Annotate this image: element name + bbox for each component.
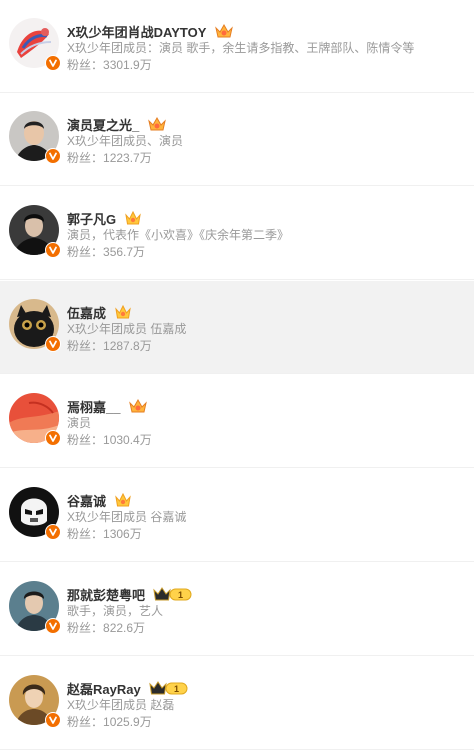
user-name[interactable]: 赵磊RayRay <box>67 679 141 698</box>
fans-value: 356.7万 <box>103 245 146 259</box>
fans-label: 粉丝： <box>67 58 104 72</box>
list-item[interactable]: 焉栩嘉__ 演员 粉丝：1030.4万 <box>0 375 474 468</box>
fans-value: 1223.7万 <box>103 151 152 165</box>
user-description: 歌手，演员，艺人 <box>67 604 164 618</box>
fans-count: 粉丝：822.6万 <box>67 620 145 636</box>
level-number: 1 <box>174 684 179 694</box>
list-item[interactable]: 那就彭楚粤吧 1 歌手，演员，艺人 粉丝：822.6万 <box>0 563 474 656</box>
fans-value: 1030.4万 <box>103 433 152 447</box>
user-name[interactable]: 谷嘉诚 <box>67 491 106 510</box>
crown-icon <box>114 304 132 320</box>
fans-label: 粉丝： <box>67 715 104 729</box>
crown-icon <box>147 116 167 132</box>
fans-value: 1287.8万 <box>103 339 152 353</box>
user-name[interactable]: 伍嘉成 <box>67 303 106 322</box>
verified-icon <box>45 336 61 352</box>
verified-icon <box>45 712 61 728</box>
fans-count: 粉丝：1030.4万 <box>67 432 152 448</box>
list-item[interactable]: X玖少年团肖战DAYTOY X玖少年团成员：演员 歌手，余生请多指教、王牌部队、… <box>0 0 474 93</box>
fans-value: 1025.9万 <box>103 715 152 729</box>
fans-label: 粉丝： <box>67 245 104 259</box>
crown-icon <box>214 23 234 39</box>
fans-label: 粉丝： <box>67 433 104 447</box>
fans-count: 粉丝：1287.8万 <box>67 338 152 354</box>
level-crown-icon: 1 <box>148 680 189 696</box>
user-name[interactable]: 郭子凡G <box>67 209 116 228</box>
list-item[interactable]: 赵磊RayRay 1 X玖少年团成员 赵磊 粉丝：1025.9万 <box>0 657 474 750</box>
user-description: X玖少年团成员、演员 <box>67 134 184 148</box>
fans-count: 粉丝：356.7万 <box>67 244 145 260</box>
fans-label: 粉丝： <box>67 621 104 635</box>
fans-count: 粉丝：1025.9万 <box>67 714 152 730</box>
level-number: 1 <box>178 590 183 600</box>
list-item[interactable]: 郭子凡G 演员，代表作《小欢喜》《庆余年第二季》 粉丝：356.7万 <box>0 187 474 280</box>
user-description: X玖少年团成员：演员 歌手，余生请多指教、王牌部队、陈情令等 <box>67 41 415 55</box>
user-description: X玖少年团成员 谷嘉诚 <box>67 510 187 524</box>
user-description: X玖少年团成员 赵磊 <box>67 698 175 712</box>
user-name[interactable]: 焉栩嘉__ <box>67 397 120 416</box>
user-description: 演员，代表作《小欢喜》《庆余年第二季》 <box>67 228 290 242</box>
user-name[interactable]: 演员夏之光_ <box>67 115 139 134</box>
level-crown-icon: 1 <box>153 586 193 602</box>
user-list: X玖少年团肖战DAYTOY X玖少年团成员：演员 歌手，余生请多指教、王牌部队、… <box>0 0 474 752</box>
verified-icon <box>45 55 61 71</box>
user-description: 演员 <box>67 416 92 430</box>
fans-label: 粉丝： <box>67 527 104 541</box>
user-name[interactable]: 那就彭楚粤吧 <box>67 585 145 604</box>
verified-icon <box>45 430 61 446</box>
fans-value: 1306万 <box>103 527 142 541</box>
list-item[interactable]: 伍嘉成 X玖少年团成员 伍嘉成 粉丝：1287.8万 <box>0 281 474 374</box>
user-description: X玖少年团成员 伍嘉成 <box>67 322 187 336</box>
verified-icon <box>45 242 61 258</box>
fans-value: 3301.9万 <box>103 58 152 72</box>
crown-icon <box>128 398 148 414</box>
verified-icon <box>45 618 61 634</box>
list-item[interactable]: 谷嘉诚 X玖少年团成员 谷嘉诚 粉丝：1306万 <box>0 469 474 562</box>
fans-label: 粉丝： <box>67 339 104 353</box>
fans-count: 粉丝：1306万 <box>67 526 142 542</box>
fans-value: 822.6万 <box>103 621 146 635</box>
fans-count: 粉丝：3301.9万 <box>67 57 152 73</box>
fans-label: 粉丝： <box>67 151 104 165</box>
list-item[interactable]: 演员夏之光_ X玖少年团成员、演员 粉丝：1223.7万 <box>0 93 474 186</box>
verified-icon <box>45 524 61 540</box>
fans-count: 粉丝：1223.7万 <box>67 150 152 166</box>
crown-icon <box>124 210 142 226</box>
user-name[interactable]: X玖少年团肖战DAYTOY <box>67 22 206 41</box>
crown-icon <box>114 492 132 508</box>
verified-icon <box>45 148 61 164</box>
